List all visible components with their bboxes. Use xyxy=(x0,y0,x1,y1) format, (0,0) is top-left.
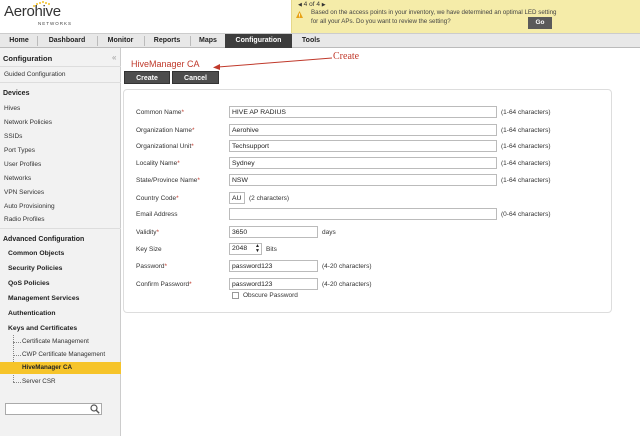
logo-dots-icon xyxy=(33,1,50,7)
locality-label: Locality Name* xyxy=(136,160,180,167)
org-unit-field[interactable] xyxy=(229,140,497,152)
sidebar-item-hives[interactable]: Hives xyxy=(4,105,20,112)
confirm-password-label: Confirm Password* xyxy=(136,281,192,288)
sidebar-item-authentication[interactable]: Authentication xyxy=(8,310,56,317)
email-hint: (0-64 characters) xyxy=(501,211,551,218)
notice-pager-text: 4 of 4 xyxy=(303,1,320,8)
state-hint: (1-64 characters) xyxy=(501,177,551,184)
email-field[interactable] xyxy=(229,208,497,220)
sidebar-title: Configuration xyxy=(3,54,53,63)
validity-label: Validity* xyxy=(136,229,160,236)
create-button[interactable]: Create xyxy=(124,71,170,84)
country-code-hint: (2 characters) xyxy=(249,195,290,202)
password-field[interactable] xyxy=(229,260,318,272)
confirm-password-field[interactable] xyxy=(229,278,318,290)
confirm-password-hint: (4-20 characters) xyxy=(322,281,372,288)
tab-reports[interactable]: Reports xyxy=(146,34,188,48)
tree-connector xyxy=(13,342,21,343)
notice-message: Based on the access points in your inven… xyxy=(311,8,611,26)
obscure-password-checkbox[interactable] xyxy=(232,292,239,299)
common-name-field[interactable] xyxy=(229,106,497,118)
state-field[interactable] xyxy=(229,174,497,186)
country-code-label: Country Code* xyxy=(136,195,179,202)
common-name-hint: (1-64 characters) xyxy=(501,109,551,116)
sidebar-head-advanced-configuration[interactable]: Advanced Configuration xyxy=(3,236,84,243)
sidebar-item-auto-provisioning[interactable]: Auto Provisioning xyxy=(4,203,55,210)
sidebar-item-guided-configuration[interactable]: Guided Configuration xyxy=(4,71,65,78)
sidebar-item-cwp-certificate-management[interactable]: CWP Certificate Management xyxy=(22,351,105,358)
ca-form-panel xyxy=(123,89,612,313)
notice-pager: ◀ 4 of 4 ▶ xyxy=(298,1,326,8)
sidebar-item-ssids[interactable]: SSIDs xyxy=(4,133,22,140)
sidebar-item-user-profiles[interactable]: User Profiles xyxy=(4,161,41,168)
org-name-label: Organization Name* xyxy=(136,127,195,134)
key-size-select[interactable]: 2048 ▲ ▼ xyxy=(229,243,262,255)
sidebar-item-hivemanager-ca[interactable]: HiveManager CA xyxy=(22,364,72,371)
common-name-label: Common Name* xyxy=(136,109,185,116)
search-icon[interactable] xyxy=(90,404,100,414)
org-unit-label: Organizational Unit* xyxy=(136,143,194,150)
select-arrows-icon: ▲ ▼ xyxy=(255,243,260,254)
password-label: Password* xyxy=(136,263,168,270)
sidebar-item-keys-and-certificates[interactable]: Keys and Certificates xyxy=(8,325,77,332)
collapse-sidebar-icon[interactable]: « xyxy=(112,53,116,62)
sidebar-item-qos-policies[interactable]: QoS Policies xyxy=(8,280,50,287)
email-label: Email Address xyxy=(136,211,178,218)
state-label: State/Province Name* xyxy=(136,177,200,184)
sidebar-head-devices[interactable]: Devices xyxy=(3,90,29,97)
sidebar-item-networks[interactable]: Networks xyxy=(4,175,31,182)
sidebar-item-security-policies[interactable]: Security Policies xyxy=(8,265,62,272)
key-size-hint: Bits xyxy=(266,246,277,253)
key-size-label: Key Size xyxy=(136,246,162,253)
aerohive-logo[interactable]: Aerohive NETWORKS xyxy=(4,1,71,26)
sidebar-search-input[interactable] xyxy=(5,403,102,415)
tab-tools[interactable]: Tools xyxy=(295,34,327,48)
password-hint: (4-20 characters) xyxy=(322,263,372,270)
locality-field[interactable] xyxy=(229,157,497,169)
prev-notice-icon[interactable]: ◀ xyxy=(298,2,302,8)
notification-banner: ◀ 4 of 4 ▶ Based on the access points in… xyxy=(291,0,640,33)
notice-line-1: Based on the access points in your inven… xyxy=(311,9,557,16)
warning-icon xyxy=(296,11,303,18)
logo-sub: NETWORKS xyxy=(38,21,73,26)
page-title: HiveManager CA xyxy=(131,59,200,69)
sidebar-item-radio-profiles[interactable]: Radio Profiles xyxy=(4,216,44,223)
sidebar-item-certificate-management[interactable]: Certificate Management xyxy=(22,338,89,345)
notice-line-2: for all your APs. Do you want to review … xyxy=(311,18,451,25)
annotation-arrow-icon xyxy=(213,57,333,70)
sidebar-item-common-objects[interactable]: Common Objects xyxy=(8,250,64,257)
tab-dashboard[interactable]: Dashboard xyxy=(39,34,95,48)
key-size-value: 2048 xyxy=(232,245,248,252)
tab-maps[interactable]: Maps xyxy=(192,34,224,48)
org-name-field[interactable] xyxy=(229,124,497,136)
sidebar: Configuration « Guided Configuration Dev… xyxy=(0,48,121,436)
tree-connector xyxy=(13,382,21,383)
sidebar-item-management-services[interactable]: Management Services xyxy=(8,295,79,302)
sidebar-item-network-policies[interactable]: Network Policies xyxy=(4,119,52,126)
sidebar-item-vpn-services[interactable]: VPN Services xyxy=(4,189,44,196)
cancel-button[interactable]: Cancel xyxy=(172,71,219,84)
validity-field[interactable] xyxy=(229,226,318,238)
sidebar-item-server-csr[interactable]: Server CSR xyxy=(22,378,56,385)
annotation-label: Create xyxy=(333,51,360,62)
obscure-password-label: Obscure Password xyxy=(243,292,298,299)
locality-hint: (1-64 characters) xyxy=(501,160,551,167)
go-button[interactable]: Go xyxy=(528,17,552,29)
validity-hint: days xyxy=(322,229,336,236)
app-header: Aerohive NETWORKS ◀ 4 of 4 ▶ Based on th… xyxy=(0,0,640,33)
tab-configuration[interactable]: Configuration xyxy=(225,34,292,48)
org-unit-hint: (1-64 characters) xyxy=(501,143,551,150)
main-nav: Home Dashboard Monitor Reports Maps Conf… xyxy=(0,33,640,48)
tab-monitor[interactable]: Monitor xyxy=(99,34,142,48)
tree-connector xyxy=(13,355,21,356)
org-name-hint: (1-64 characters) xyxy=(501,127,551,134)
tab-home[interactable]: Home xyxy=(2,34,36,48)
country-code-field[interactable] xyxy=(229,192,245,204)
sidebar-item-port-types[interactable]: Port Types xyxy=(4,147,35,154)
